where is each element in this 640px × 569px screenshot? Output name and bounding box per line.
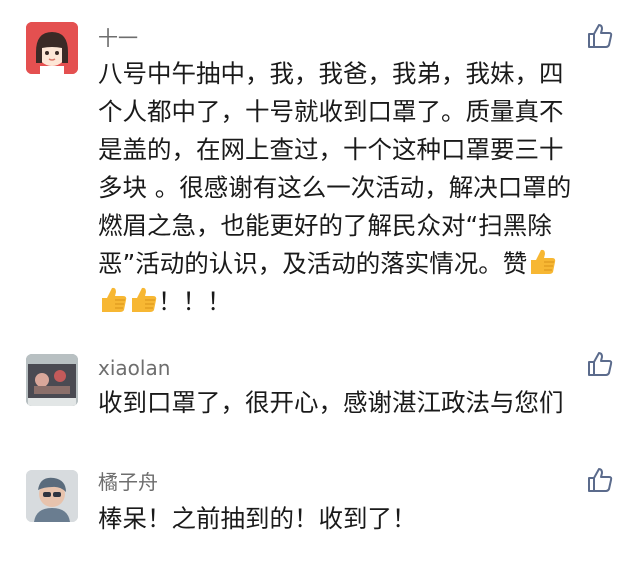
thumbs-up-emoji-icon — [102, 287, 127, 312]
comment-line-with-emoji: ！！！ — [98, 283, 606, 321]
comment-line-with-emoji: 恶”活动的认识，及活动的落实情况。赞 — [98, 245, 606, 283]
comment-line: 收到口罩了，很开心，感谢湛江政法与您们 — [98, 388, 564, 417]
photo-avatar-icon — [26, 470, 78, 522]
comment-line: 燃眉之急，也能更好的了解民众对“扫黑除 — [98, 211, 552, 240]
like-button[interactable] — [586, 22, 614, 50]
thumbs-up-emoji-icon — [132, 287, 157, 312]
comment-line: 是盖的，在网上查过，十个这种口罩要三十 — [98, 135, 564, 164]
thumb-up-outline-icon — [588, 352, 613, 376]
comment-text: 棒呆！之前抽到的！收到了！ — [98, 500, 606, 538]
username[interactable]: xiaolan — [98, 356, 170, 380]
photo-avatar-icon — [26, 354, 78, 406]
comment-line: 棒呆！之前抽到的！收到了！ — [98, 504, 417, 533]
thumb-up-outline-icon — [588, 468, 613, 492]
comment-line: 个人都中了，十号就收到口罩了。质量真不 — [98, 97, 564, 126]
thumbs-up-emoji-icon — [531, 249, 556, 274]
comment-item-1: 十一 八号中午抽中，我，我爸，我弟，我妹，四 个人都中了，十号就收到口罩了。质量… — [0, 0, 640, 340]
like-button[interactable] — [586, 350, 614, 378]
username[interactable]: 十一 — [98, 26, 138, 50]
comment-line: 八号中午抽中，我，我爸，我弟，我妹，四 — [98, 59, 564, 88]
username[interactable]: 橘子舟 — [98, 470, 158, 494]
comment-line: 恶”活动的认识，及活动的落实情况。赞 — [98, 249, 528, 278]
avatar[interactable] — [26, 470, 78, 522]
avatar[interactable] — [26, 354, 78, 406]
thumb-up-outline-icon — [588, 24, 613, 48]
like-button[interactable] — [586, 466, 614, 494]
comment-item-3: 橘子舟 棒呆！之前抽到的！收到了！ — [0, 450, 640, 569]
comment-text: 收到口罩了，很开心，感谢湛江政法与您们 — [98, 384, 606, 422]
comment-item-2: xiaolan 收到口罩了，很开心，感谢湛江政法与您们 — [0, 340, 640, 450]
avatar[interactable] — [26, 22, 78, 74]
comment-line-tail: ！！！ — [158, 287, 232, 316]
comment-line: 多块 。很感谢有这么一次活动，解决口罩的 — [98, 173, 572, 202]
girl-avatar-icon — [26, 22, 78, 74]
comment-text: 八号中午抽中，我，我爸，我弟，我妹，四 个人都中了，十号就收到口罩了。质量真不 … — [98, 55, 606, 321]
